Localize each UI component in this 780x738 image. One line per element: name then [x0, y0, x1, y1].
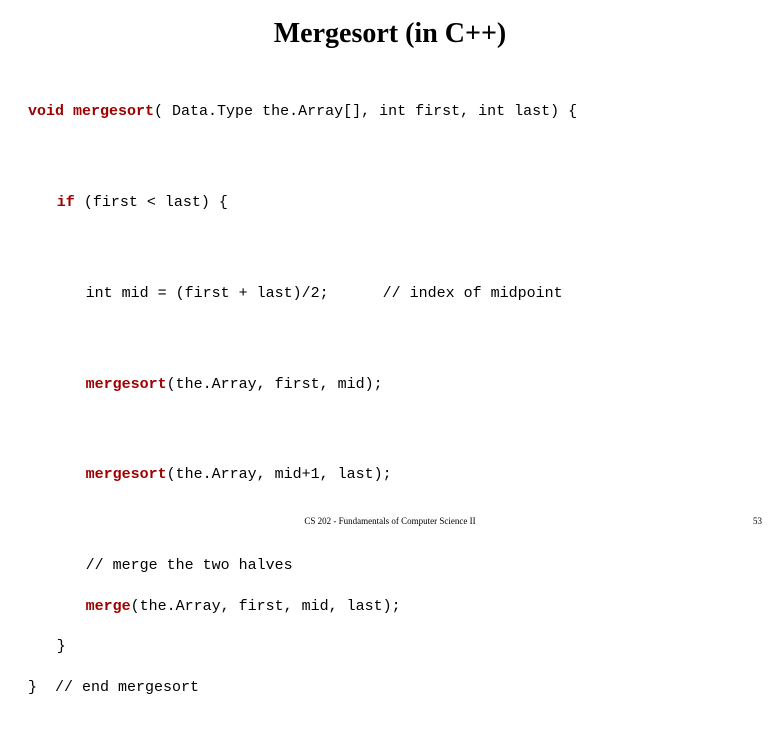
code-line: // merge the two halves — [28, 556, 752, 576]
code-line: int mid = (first + last)/2; // index of … — [28, 284, 752, 304]
slide-title: Mergesort (in C++) — [28, 18, 752, 50]
code-line: } // end mergesort — [28, 678, 752, 698]
code-line: } — [28, 637, 752, 657]
code-text: (first < last) { — [75, 194, 228, 211]
code-line: void mergesort( Data.Type the.Array[], i… — [28, 102, 752, 122]
code-line: mergesort(the.Array, mid+1, last); — [28, 465, 752, 485]
fn-merge: merge — [86, 598, 131, 615]
fn-mergesort: mergesort — [73, 103, 154, 120]
code-line: mergesort(the.Array, first, mid); — [28, 375, 752, 395]
code-text: ( Data.Type the.Array[], int first, int … — [154, 103, 577, 120]
code-text: (the.Array, first, mid); — [167, 376, 383, 393]
slide: Mergesort (in C++) void mergesort( Data.… — [0, 0, 780, 540]
keyword-if: if — [57, 194, 75, 211]
code-line: merge(the.Array, first, mid, last); — [28, 597, 752, 617]
code-line: if (first < last) { — [28, 193, 752, 213]
code-text: (the.Array, first, mid, last); — [131, 598, 401, 615]
keyword-void: void — [28, 103, 64, 120]
fn-mergesort: mergesort — [86, 376, 167, 393]
code-text: (the.Array, mid+1, last); — [167, 466, 392, 483]
page-number: 53 — [753, 516, 762, 526]
fn-mergesort: mergesort — [86, 466, 167, 483]
code-block: void mergesort( Data.Type the.Array[], i… — [28, 82, 752, 738]
footer-text: CS 202 - Fundamentals of Computer Scienc… — [0, 516, 780, 526]
